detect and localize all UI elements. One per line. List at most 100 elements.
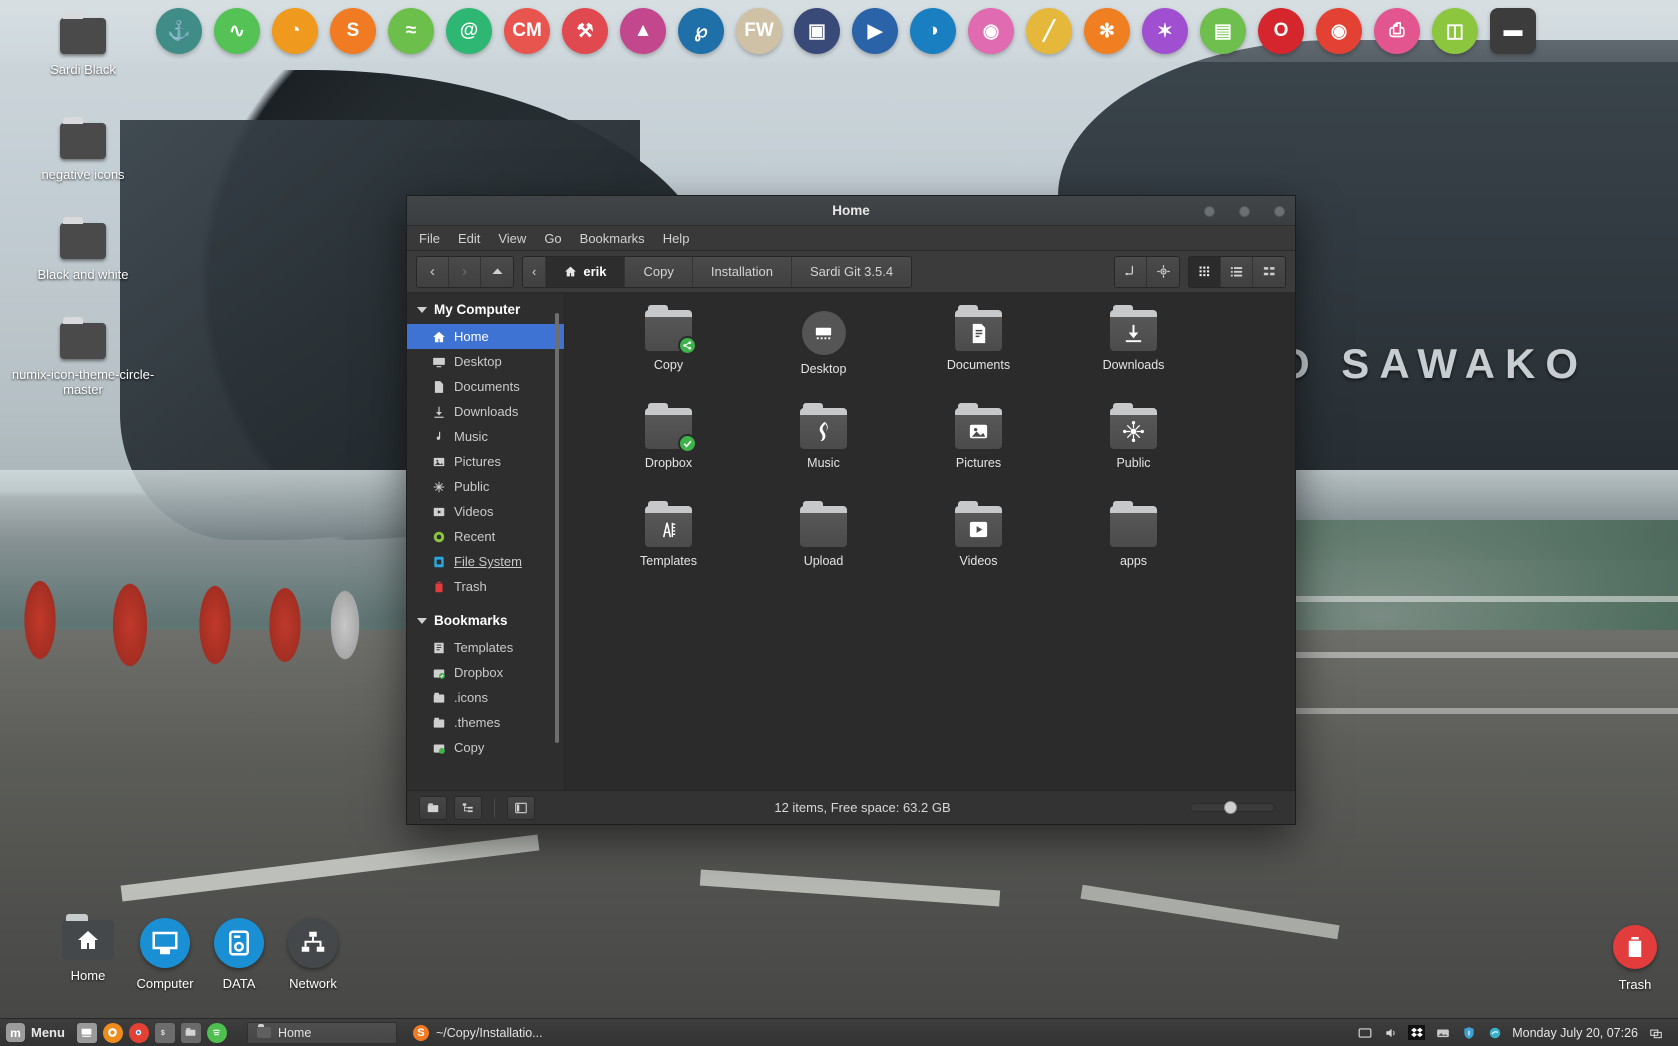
view-mode-buttons[interactable]	[1188, 255, 1286, 288]
forward-button[interactable]: ›	[449, 256, 481, 287]
file-item-copy[interactable]: Copy	[591, 305, 746, 409]
sidebar-item-icons[interactable]: .icons	[407, 685, 564, 710]
file-item-videos[interactable]: Videos	[901, 501, 1056, 605]
mail-icon[interactable]: @	[446, 8, 492, 54]
globe-icon[interactable]: ◑	[910, 8, 956, 54]
chrome-launcher-icon[interactable]	[128, 1022, 149, 1043]
system-tray[interactable]: Monday July 20, 07:26	[1356, 1025, 1672, 1040]
tree-view-button[interactable]	[454, 795, 482, 820]
zoom-slider-knob[interactable]	[1224, 801, 1238, 814]
file-item-music[interactable]: Music	[746, 403, 901, 507]
menu-help[interactable]: Help	[663, 231, 690, 246]
file-item-pictures[interactable]: Pictures	[901, 403, 1056, 507]
sidebar-item-desktop[interactable]: Desktop	[407, 349, 564, 374]
window-titlebar[interactable]: Home	[407, 196, 1295, 226]
menu-bar[interactable]: File Edit View Go Bookmarks Help	[407, 226, 1295, 251]
shell-launcher-icon[interactable]: $	[154, 1022, 175, 1043]
sublime-icon[interactable]: S	[330, 8, 376, 54]
toolbar[interactable]: ‹ › ‹ erik Copy Installation Sardi Git 3…	[407, 251, 1295, 293]
files-launcher-icon[interactable]	[180, 1022, 201, 1043]
pathbar-scroll-left[interactable]: ‹	[523, 256, 547, 287]
breadcrumb-item-erik[interactable]: erik	[546, 256, 626, 287]
file-item-documents[interactable]: Documents	[901, 305, 1056, 409]
firefox-launcher-icon[interactable]	[102, 1022, 123, 1043]
desktop-icon-black-and-white[interactable]: Black and white	[8, 217, 158, 282]
sidebar-item-recent[interactable]: Recent	[407, 524, 564, 549]
sidebar-scrollbar[interactable]	[555, 313, 559, 743]
file-item-public[interactable]: Public	[1056, 403, 1211, 507]
sidebar-item-videos[interactable]: Videos	[407, 499, 564, 524]
sidebar-item-music[interactable]: Music	[407, 424, 564, 449]
file-item-dropbox[interactable]: Dropbox	[591, 403, 746, 507]
menu-button[interactable]: Menu	[31, 1025, 65, 1040]
sidebar-item-pictures[interactable]: Pictures	[407, 449, 564, 474]
minimize-button[interactable]	[1204, 205, 1215, 217]
camera-icon[interactable]: ◉	[968, 8, 1014, 54]
ruler-icon[interactable]: ╱	[1026, 8, 1072, 54]
show-desktop-button[interactable]	[1647, 1025, 1664, 1040]
chrome-icon[interactable]: ◉	[1316, 8, 1362, 54]
image-viewer-icon[interactable]: ▣	[794, 8, 840, 54]
file-item-templates[interactable]: Templates	[591, 501, 746, 605]
compass-icon[interactable]: ✶	[1142, 8, 1188, 54]
sidebar-item-themes[interactable]: .themes	[407, 710, 564, 735]
taskbar-window-sublime[interactable]: S ~/Copy/Installatio...	[403, 1022, 553, 1044]
desktop-shortcut-trash[interactable]: Trash	[1560, 925, 1678, 992]
toolbar-actions[interactable]	[1114, 255, 1180, 288]
inkscape-icon[interactable]: ▲	[620, 8, 666, 54]
sidebar-item-documents[interactable]: Documents	[407, 374, 564, 399]
audio-mixer-icon[interactable]: ℘	[678, 8, 724, 54]
up-button[interactable]	[481, 256, 513, 287]
list-view-button[interactable]	[1221, 256, 1253, 287]
dropbox-tray-icon[interactable]	[1408, 1025, 1426, 1040]
open-terminal-icon[interactable]	[1115, 256, 1147, 287]
top-dock[interactable]: ⚓ ∿ ◔ S ≈ @ CM ⚒ ▲ ℘ FW ▣ ▶ ◑ ◉ ╱ ✻ ✶ ▤ O ◉ ⎙ ◫ ▬	[0, 0, 1678, 62]
desktop[interactable]: YO SAWAKO ⚓ ∿ ◔ S ≈ @ CM ⚒ ▲ ℘ FW ▣ ▶ ◑ ◉ ╱ ✻ ✶ ▤ O ◉ ⎙ ◫ ▬ Sar…	[0, 0, 1678, 1046]
clock[interactable]: Monday July 20, 07:26	[1512, 1026, 1638, 1040]
sidebar-item-public[interactable]: Public	[407, 474, 564, 499]
file-item-downloads[interactable]: Downloads	[1056, 305, 1211, 409]
wallpaper-tray-icon[interactable]	[1434, 1025, 1451, 1040]
desktop-icon-negative-icons[interactable]: negative icons	[8, 117, 158, 182]
sidebar[interactable]: My Computer Home Desktop Documents Downl…	[407, 293, 565, 790]
sidebar-item-trash[interactable]: Trash	[407, 574, 564, 599]
sidebar-item-file-system[interactable]: File System	[407, 549, 564, 574]
icon-view-button[interactable]	[1189, 256, 1221, 287]
sidebar-item-home[interactable]: Home	[407, 324, 564, 349]
terminal-tray-icon[interactable]	[1356, 1025, 1373, 1040]
shield-tray-icon[interactable]	[1460, 1025, 1477, 1040]
cm-icon[interactable]: CM	[504, 8, 550, 54]
terminal-launcher-icon[interactable]	[76, 1022, 97, 1043]
update-tray-icon[interactable]	[1486, 1025, 1503, 1040]
chevron-down-icon[interactable]	[417, 306, 427, 313]
location-icon[interactable]	[1147, 256, 1179, 287]
breadcrumb[interactable]: ‹ erik Copy Installation Sardi Git 3.5.4	[522, 255, 913, 288]
desktop-shortcut-network[interactable]: Network	[238, 918, 388, 991]
menu-view[interactable]: View	[498, 231, 526, 246]
hardware-icon[interactable]: ▤	[1200, 8, 1246, 54]
sidebar-item-dropbox[interactable]: Dropbox	[407, 660, 564, 685]
firefox-icon[interactable]: ◔	[272, 8, 318, 54]
taskbar-window-home[interactable]: Home	[246, 1021, 397, 1044]
anchor-icon[interactable]: ⚓	[156, 8, 202, 54]
sidebar-item-templates[interactable]: Templates	[407, 635, 564, 660]
show-hidden-button[interactable]	[419, 795, 447, 820]
toggle-sidebar-button[interactable]	[507, 795, 535, 820]
book-icon[interactable]: ◫	[1432, 8, 1478, 54]
file-manager-window[interactable]: Home File Edit View Go Bookmarks Help ‹ …	[406, 195, 1296, 825]
tools-icon[interactable]: ⚒	[562, 8, 608, 54]
printer-icon[interactable]: ⎙	[1374, 8, 1420, 54]
sidebar-item-copy[interactable]: Copy	[407, 735, 564, 760]
menu-edit[interactable]: Edit	[458, 231, 480, 246]
close-button[interactable]	[1274, 205, 1285, 217]
folder-dock-icon[interactable]: ▬	[1490, 8, 1536, 54]
window-controls[interactable]	[1204, 196, 1285, 226]
menu-go[interactable]: Go	[544, 231, 561, 246]
flower-icon[interactable]: ✻	[1084, 8, 1130, 54]
file-item-upload[interactable]: Upload	[746, 501, 901, 605]
opera-icon[interactable]: O	[1258, 8, 1304, 54]
breadcrumb-item-copy[interactable]: Copy	[625, 256, 693, 287]
maximize-button[interactable]	[1239, 205, 1250, 217]
mint-menu-icon[interactable]: m	[6, 1023, 25, 1042]
spotify-icon[interactable]: ≈	[388, 8, 434, 54]
